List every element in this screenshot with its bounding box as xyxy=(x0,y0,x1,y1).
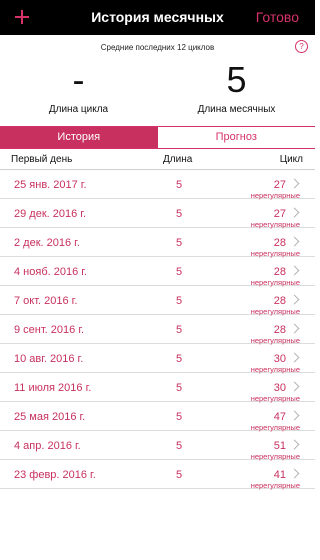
row-cycle: 47 xyxy=(273,411,286,423)
row-cycle: 27 xyxy=(273,179,286,191)
row-cycle: 30 xyxy=(273,382,286,394)
averages-caption: Средние последних 12 циклов xyxy=(100,43,215,52)
history-list: 25 янв. 2017 г. 5 27 нерегулярные 29 дек… xyxy=(0,170,315,490)
table-row[interactable]: 29 дек. 2016 г. 5 27 нерегулярные xyxy=(0,199,315,229)
period-length-value: 5 xyxy=(226,59,247,100)
row-cycle: 27 xyxy=(273,208,286,220)
row-length: 5 xyxy=(176,237,183,249)
table-header: Первый день Длина Цикл xyxy=(0,150,315,170)
cycle-length-label: Длина цикла xyxy=(48,104,109,115)
table-row[interactable]: 23 февр. 2016 г. 5 41 нерегулярные xyxy=(0,460,315,490)
row-cycle: 28 xyxy=(273,295,286,307)
segmented-control: История Прогноз xyxy=(0,126,315,149)
row-length: 5 xyxy=(176,208,183,220)
chevron-right-icon xyxy=(289,323,300,334)
chevron-right-icon xyxy=(289,410,300,421)
row-irregular-note: нерегулярные xyxy=(250,481,300,490)
tab-forecast[interactable]: Прогноз xyxy=(157,127,315,148)
row-date: 2 дек. 2016 г. xyxy=(14,237,80,249)
row-cycle: 30 xyxy=(273,353,286,365)
row-date: 25 янв. 2017 г. xyxy=(14,179,87,191)
row-length: 5 xyxy=(176,295,183,307)
chevron-right-icon xyxy=(289,265,300,276)
row-length: 5 xyxy=(176,266,183,278)
chevron-right-icon xyxy=(289,352,300,363)
table-row[interactable]: 10 авг. 2016 г. 5 30 нерегулярные xyxy=(0,344,315,374)
chevron-right-icon xyxy=(289,207,300,218)
row-date: 7 окт. 2016 г. xyxy=(14,295,78,307)
table-row[interactable]: 9 сент. 2016 г. 5 28 нерегулярные xyxy=(0,315,315,345)
row-length: 5 xyxy=(176,469,183,481)
table-row[interactable]: 25 янв. 2017 г. 5 27 нерегулярные xyxy=(0,170,315,200)
row-length: 5 xyxy=(176,324,183,336)
period-length-stat: 5 Длина месячных xyxy=(158,58,315,115)
navigation-bar: История месячных Готово xyxy=(0,0,315,35)
row-date: 4 апр. 2016 г. xyxy=(14,440,81,452)
period-length-label: Длина месячных xyxy=(197,104,276,115)
row-cycle: 28 xyxy=(273,324,286,336)
row-date: 25 мая 2016 г. xyxy=(14,411,86,423)
row-date: 10 авг. 2016 г. xyxy=(14,353,84,365)
cycle-length-stat: - Длина цикла xyxy=(0,58,157,115)
help-icon[interactable]: ? xyxy=(295,40,308,53)
table-row[interactable]: 11 июля 2016 г. 5 30 нерегулярные xyxy=(0,373,315,403)
row-date: 9 сент. 2016 г. xyxy=(14,324,85,336)
row-length: 5 xyxy=(176,440,183,452)
row-date: 29 дек. 2016 г. xyxy=(14,208,87,220)
table-row[interactable]: 4 апр. 2016 г. 5 51 нерегулярные xyxy=(0,431,315,461)
row-cycle: 28 xyxy=(273,237,286,249)
cycle-length-value: - xyxy=(72,59,85,100)
header-first-day: Первый день xyxy=(11,154,73,165)
row-length: 5 xyxy=(176,411,183,423)
tab-history[interactable]: История xyxy=(0,127,158,148)
chevron-right-icon xyxy=(289,294,300,305)
row-length: 5 xyxy=(176,382,183,394)
row-date: 4 нояб. 2016 г. xyxy=(14,266,87,278)
row-date: 11 июля 2016 г. xyxy=(14,382,92,394)
row-length: 5 xyxy=(176,179,183,191)
table-row[interactable]: 2 дек. 2016 г. 5 28 нерегулярные xyxy=(0,228,315,258)
header-length: Длина xyxy=(163,154,193,165)
row-cycle: 41 xyxy=(273,469,286,481)
done-button[interactable]: Готово xyxy=(256,9,299,25)
row-cycle: 28 xyxy=(273,266,286,278)
chevron-right-icon xyxy=(289,381,300,392)
chevron-right-icon xyxy=(289,178,300,189)
table-row[interactable]: 25 мая 2016 г. 5 47 нерегулярные xyxy=(0,402,315,432)
row-cycle: 51 xyxy=(273,440,286,452)
row-date: 23 февр. 2016 г. xyxy=(14,469,96,481)
table-row[interactable]: 7 окт. 2016 г. 5 28 нерегулярные xyxy=(0,286,315,316)
chevron-right-icon xyxy=(289,468,300,479)
row-length: 5 xyxy=(176,353,183,365)
chevron-right-icon xyxy=(289,439,300,450)
chevron-right-icon xyxy=(289,236,300,247)
table-row[interactable]: 4 нояб. 2016 г. 5 28 нерегулярные xyxy=(0,257,315,287)
header-cycle: Цикл xyxy=(279,154,303,165)
